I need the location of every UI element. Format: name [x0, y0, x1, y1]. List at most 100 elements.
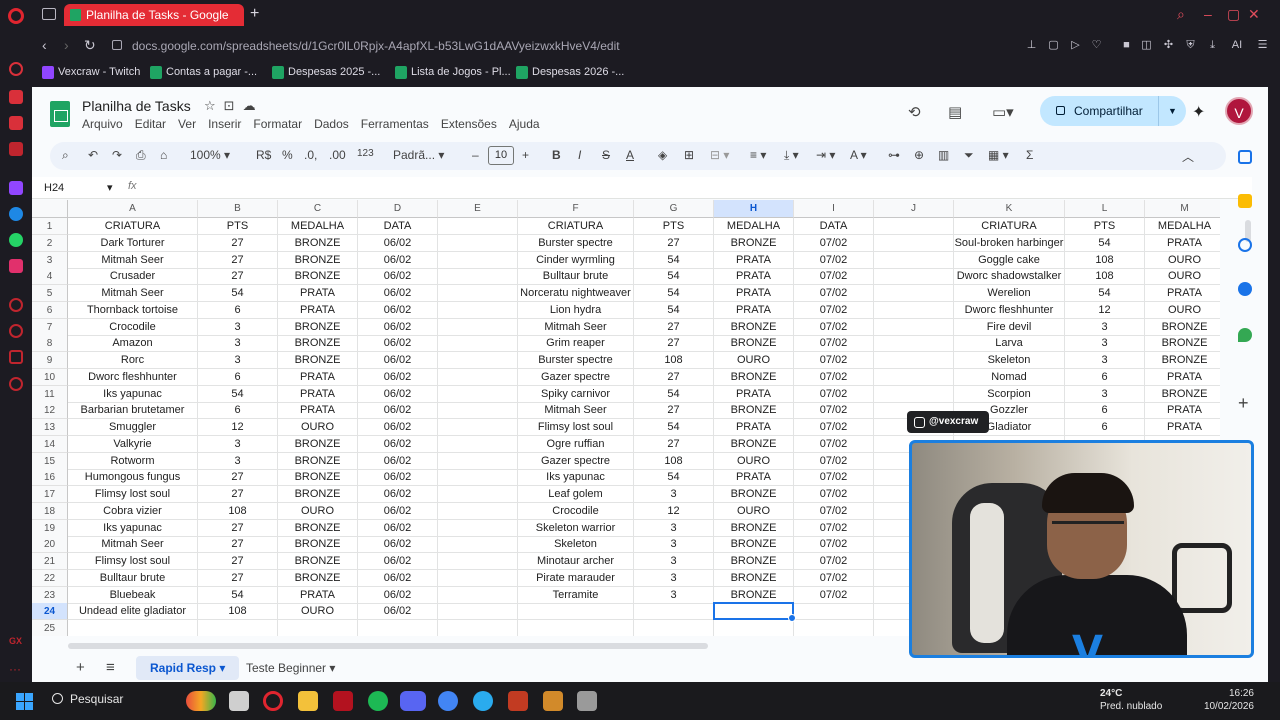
cell-f16[interactable]: Iks yapunac — [518, 469, 634, 487]
extensions-icon[interactable]: ✣ — [1162, 39, 1175, 52]
cell-g8[interactable]: 27 — [634, 335, 714, 353]
row-header[interactable]: 10 — [32, 368, 68, 386]
cell-g17[interactable]: 3 — [634, 486, 714, 503]
cell-d7[interactable]: 06/02 — [358, 318, 438, 336]
tab-overview-icon[interactable] — [42, 8, 56, 20]
cell-f5[interactable]: Norceratu nightweaver — [518, 285, 634, 302]
cell-e15[interactable] — [438, 452, 518, 470]
cell-h16[interactable]: PRATA — [714, 469, 794, 487]
cell-c1[interactable]: MEDALHA — [278, 218, 358, 235]
cell-l8[interactable]: 3 — [1065, 335, 1145, 353]
cell-i14[interactable]: 07/02 — [794, 435, 874, 453]
row-header[interactable]: 9 — [32, 352, 68, 369]
filter-views-icon[interactable]: ▦ ▾ — [988, 148, 1009, 162]
search-tabs-icon[interactable]: ⌕ — [1177, 6, 1185, 23]
sheets-logo-icon[interactable] — [50, 101, 70, 127]
cell-i15[interactable]: 07/02 — [794, 452, 874, 470]
cell-d4[interactable]: 06/02 — [358, 268, 438, 286]
cell-f6[interactable]: Lion hydra — [518, 301, 634, 319]
cell-f11[interactable]: Spiky carnivor — [518, 385, 634, 403]
whatsapp-icon[interactable] — [9, 233, 23, 247]
cell-d18[interactable]: 06/02 — [358, 502, 438, 520]
cell-e14[interactable] — [438, 435, 518, 453]
cell-l11[interactable]: 3 — [1065, 385, 1145, 403]
cell-j4[interactable] — [874, 268, 954, 286]
cell-i5[interactable]: 07/02 — [794, 285, 874, 302]
cell-c18[interactable]: OURO — [278, 502, 358, 520]
sheet-tab-teste-beginner[interactable]: Teste Beginner ▾ — [232, 656, 349, 680]
cell-e20[interactable] — [438, 536, 518, 554]
cell-l12[interactable]: 6 — [1065, 402, 1145, 420]
cell-h2[interactable]: BRONZE — [714, 234, 794, 252]
align-icon[interactable]: ≡ ▾ — [750, 148, 766, 162]
cell-d10[interactable]: 06/02 — [358, 368, 438, 386]
cell-b23[interactable]: 54 — [198, 586, 278, 604]
cell-b11[interactable]: 54 — [198, 385, 278, 403]
borders-icon[interactable]: ⊞ — [684, 148, 694, 162]
cell-a1[interactable]: CRIATURA — [68, 218, 198, 235]
undo-icon[interactable]: ↶ — [88, 148, 98, 162]
cell-h8[interactable]: BRONZE — [714, 335, 794, 353]
url-field[interactable]: docs.google.com/spreadsheets/d/1Gcr0lL0R… — [132, 39, 620, 53]
row-header[interactable]: 5 — [32, 285, 68, 302]
cell-e18[interactable] — [438, 502, 518, 520]
twitch-icon[interactable] — [9, 181, 23, 195]
reload-icon[interactable]: ↻ — [84, 37, 96, 54]
back-icon[interactable]: ‹ — [42, 37, 47, 53]
refresh-sidebar-icon[interactable] — [9, 62, 23, 76]
cell-b14[interactable]: 3 — [198, 435, 278, 453]
voicemeeter-icon[interactable] — [333, 691, 353, 711]
collapse-toolbar-icon[interactable]: ︿ — [1182, 148, 1194, 165]
cell-a20[interactable]: Mitmah Seer — [68, 536, 198, 554]
cell-d1[interactable]: DATA — [358, 218, 438, 235]
cell-c10[interactable]: PRATA — [278, 368, 358, 386]
cell-c23[interactable]: PRATA — [278, 586, 358, 604]
document-title[interactable]: Planilha de Tasks — [82, 98, 191, 114]
row-header[interactable]: 11 — [32, 385, 68, 403]
cell-j3[interactable] — [874, 251, 954, 269]
cell-i10[interactable]: 07/02 — [794, 368, 874, 386]
cell-f24[interactable] — [518, 603, 634, 621]
opera-taskbar-icon[interactable] — [263, 691, 283, 711]
cell-j9[interactable] — [874, 352, 954, 369]
cell-j7[interactable] — [874, 318, 954, 336]
cell-f12[interactable]: Mitmah Seer — [518, 402, 634, 420]
download-icon[interactable]: ⤓ — [1206, 39, 1219, 52]
cell-g5[interactable]: 54 — [634, 285, 714, 302]
cell-k2[interactable]: Soul-broken harbinger — [954, 234, 1065, 252]
play-icon[interactable]: ▷ — [1069, 39, 1082, 52]
history-icon[interactable] — [9, 324, 23, 338]
cell-g19[interactable]: 3 — [634, 519, 714, 537]
cell-i17[interactable]: 07/02 — [794, 486, 874, 503]
cell-c3[interactable]: BRONZE — [278, 251, 358, 269]
row-header[interactable]: 15 — [32, 452, 68, 470]
cell-h14[interactable]: BRONZE — [714, 435, 794, 453]
cell-a16[interactable]: Humongous fungus — [68, 469, 198, 487]
row-header[interactable]: 17 — [32, 486, 68, 503]
task-view-icon[interactable] — [229, 691, 249, 711]
cell-h25[interactable] — [714, 620, 794, 636]
cell-m4[interactable]: OURO — [1145, 268, 1220, 286]
row-header[interactable]: 3 — [32, 251, 68, 269]
browser-tab[interactable]: Planilha de Tasks - Google — [64, 4, 244, 26]
cell-h3[interactable]: PRATA — [714, 251, 794, 269]
cell-g18[interactable]: 12 — [634, 502, 714, 520]
cell-i2[interactable]: 07/02 — [794, 234, 874, 252]
cell-c12[interactable]: PRATA — [278, 402, 358, 420]
cell-d24[interactable]: 06/02 — [358, 603, 438, 621]
windows-start-icon[interactable] — [16, 693, 33, 710]
cell-i4[interactable]: 07/02 — [794, 268, 874, 286]
wrap-icon[interactable]: ⇥ ▾ — [816, 148, 835, 162]
cell-h22[interactable]: BRONZE — [714, 569, 794, 587]
cell-d19[interactable]: 06/02 — [358, 519, 438, 537]
cell-f9[interactable]: Burster spectre — [518, 352, 634, 369]
cell-m2[interactable]: PRATA — [1145, 235, 1220, 252]
cell-h17[interactable]: BRONZE — [714, 486, 794, 503]
cell-a13[interactable]: Smuggler — [68, 419, 198, 436]
percent-button[interactable]: % — [282, 148, 293, 162]
cell-i18[interactable]: 07/02 — [794, 502, 874, 520]
cell-b13[interactable]: 12 — [198, 419, 278, 436]
cell-i23[interactable]: 07/02 — [794, 586, 874, 604]
font-size-decrease-icon[interactable]: – — [472, 148, 479, 162]
cell-c16[interactable]: BRONZE — [278, 469, 358, 487]
